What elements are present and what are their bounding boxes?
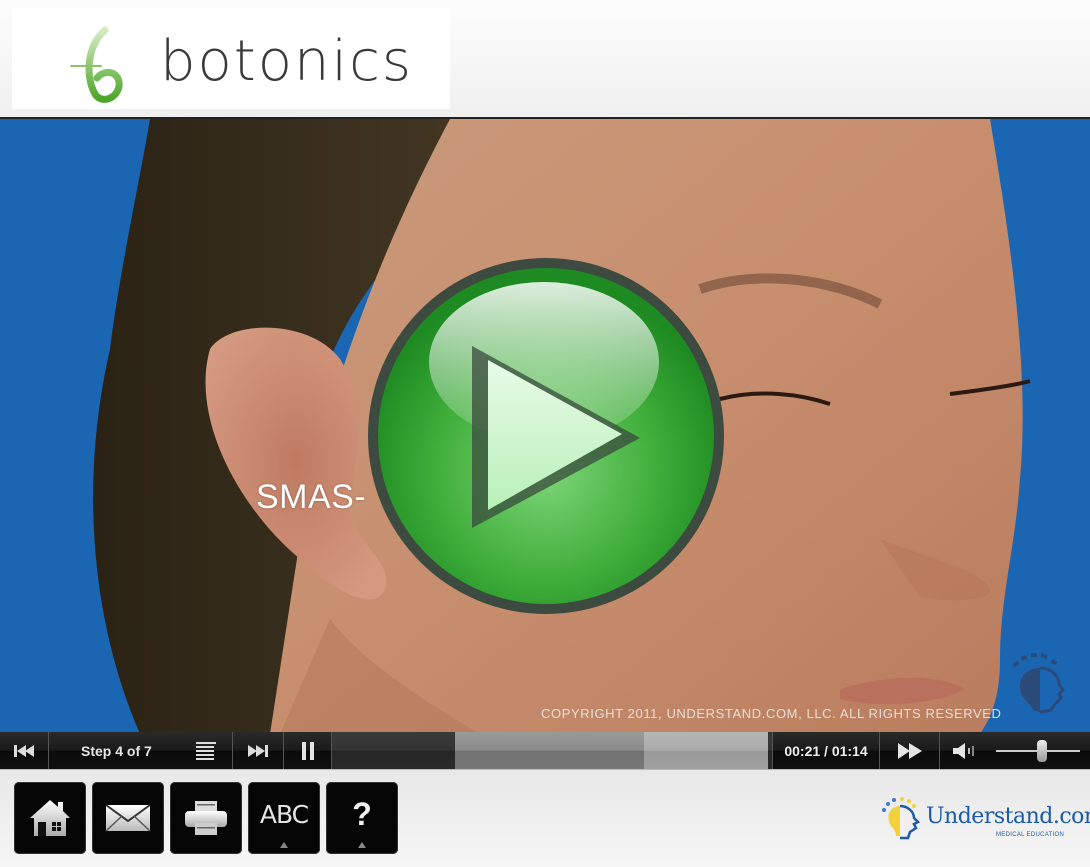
fast-forward-icon [897,742,922,759]
printer-icon [185,801,227,835]
email-button[interactable] [92,782,164,854]
home-button[interactable] [14,782,86,854]
help-button[interactable]: ? [326,782,398,854]
understand-logo-icon [882,797,921,840]
video-caption: SMAS- [256,478,367,516]
brand-name: botonics [160,29,414,94]
header: botonics [0,0,1090,117]
page: botonics SMAS- COPYRIGHT 2011, UNDERSTAN… [0,0,1090,867]
understand-brand-logo[interactable]: Understand.com™ MEDICAL EDUCATION [878,796,1090,842]
brand-logo[interactable]: botonics [12,8,450,109]
control-bar: Step 4 of 7 00:21 / 01:14 [0,732,1090,770]
partner-name: Understand.com™ [926,804,1090,829]
pause-button[interactable] [284,732,332,769]
step-indicator[interactable]: Step 4 of 7 [49,732,233,769]
botonics-logo-icon [70,26,123,103]
volume-knob[interactable] [1036,740,1047,762]
partner-name-text: Understand.com [926,804,1090,829]
skip-back-icon [14,744,34,757]
progress-bar[interactable] [332,732,772,769]
caret-up-icon [358,842,366,848]
home-icon [30,800,70,836]
play-overlay-button[interactable] [364,254,728,618]
pause-icon [301,741,314,760]
time-display: 00:21 / 01:14 [772,732,880,769]
help-label: ? [352,795,372,832]
volume-button[interactable] [940,732,990,769]
envelope-icon [105,804,151,832]
video-player[interactable]: SMAS- COPYRIGHT 2011, UNDERSTAND.COM, LL… [0,117,1090,732]
fast-forward-button[interactable] [880,732,940,769]
next-step-button[interactable] [233,732,284,769]
step-label: Step 4 of 7 [81,742,152,759]
skip-forward-icon [248,744,268,757]
caret-up-icon [280,842,288,848]
progress-played [332,732,456,769]
previous-step-button[interactable] [0,732,49,769]
print-button[interactable] [170,782,242,854]
glossary-label: ABC [259,799,309,829]
volume-icon [953,742,974,759]
glossary-button[interactable]: ABC [248,782,320,854]
partner-subtitle: MEDICAL EDUCATION [996,832,1065,838]
copyright-notice: COPYRIGHT 2011, UNDERSTAND.COM, LLC. ALL… [541,706,1002,721]
volume-slider[interactable] [990,732,1090,769]
list-icon[interactable] [196,741,216,760]
understand-watermark-icon [1012,653,1065,714]
